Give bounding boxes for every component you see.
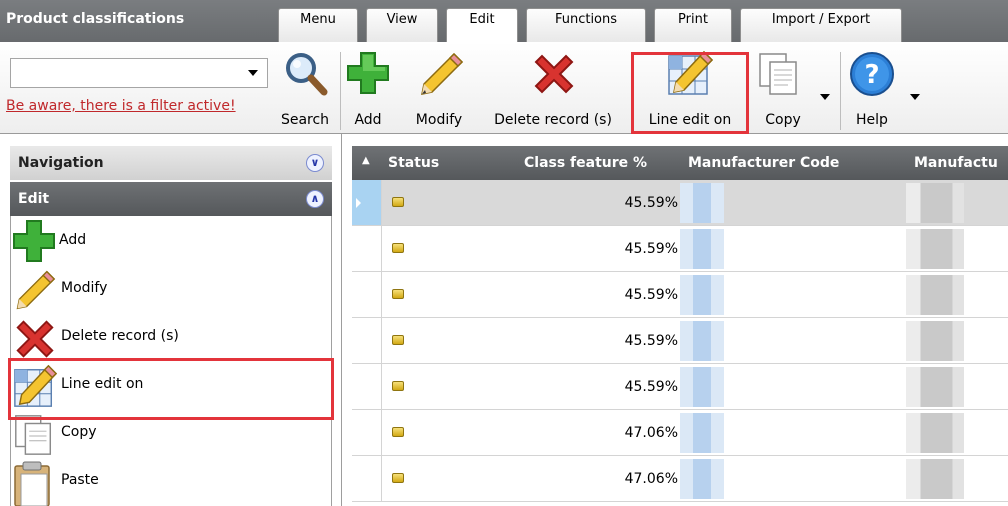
- sort-ascending-icon[interactable]: ▲: [362, 144, 370, 178]
- class-feature-cell: 45.59%: [624, 287, 678, 303]
- expand-chevron-icon[interactable]: ∨: [306, 154, 324, 172]
- navigation-section-header[interactable]: Navigation ∨: [10, 146, 332, 180]
- nav-item-line-edit[interactable]: Line edit on: [11, 362, 331, 410]
- plus-icon: [345, 50, 391, 100]
- manufacturer-code-cell-redacted: [680, 367, 724, 407]
- line-edit-button[interactable]: Line edit on: [634, 42, 746, 134]
- class-feature-cell: 45.59%: [624, 195, 678, 211]
- modify-button[interactable]: Modify: [404, 42, 474, 134]
- row-selector[interactable]: [352, 456, 382, 501]
- delete-records-button[interactable]: Delete record (s): [476, 42, 630, 134]
- help-dropdown-chevron-icon[interactable]: [910, 94, 920, 100]
- table-row[interactable]: 45.59%: [352, 272, 1008, 318]
- pencil-icon: [11, 268, 57, 316]
- edit-actions-list: Add Modify Delete record (s) Line edit o…: [10, 216, 332, 506]
- copy-button[interactable]: Copy: [752, 42, 814, 134]
- manufacturer-cell-redacted: [906, 229, 964, 269]
- class-feature-cell: 47.06%: [624, 471, 678, 487]
- manufacturer-cell-redacted: [906, 459, 964, 499]
- class-feature-cell: 45.59%: [624, 379, 678, 395]
- table-row[interactable]: 47.06%: [352, 410, 1008, 456]
- column-header-status[interactable]: Status: [388, 146, 439, 180]
- edit-section-header[interactable]: Edit ∧: [10, 182, 332, 216]
- tab-edit[interactable]: Edit: [446, 8, 518, 46]
- toolbar-divider: [840, 52, 841, 130]
- status-indicator-icon: [392, 381, 404, 391]
- classification-grid: ▲ Status Class feature % Manufacturer Co…: [352, 134, 1008, 506]
- nav-item-paste[interactable]: Paste: [11, 458, 331, 506]
- table-row[interactable]: 45.59%: [352, 318, 1008, 364]
- manufacturer-code-cell-redacted: [680, 183, 724, 223]
- paste-icon: [11, 460, 57, 506]
- manufacturer-code-cell-redacted: [680, 275, 724, 315]
- status-indicator-icon: [392, 473, 404, 483]
- current-row-arrow-icon: [356, 198, 361, 208]
- collapse-chevron-icon[interactable]: ∧: [306, 190, 324, 208]
- column-header-manufacturer[interactable]: Manufactu: [914, 146, 998, 180]
- status-indicator-icon: [392, 243, 404, 253]
- copy-icon: [11, 412, 57, 462]
- help-button[interactable]: ? Help: [844, 42, 900, 134]
- nav-item-add[interactable]: Add: [11, 218, 331, 266]
- search-button[interactable]: Search: [272, 42, 338, 134]
- table-row[interactable]: 45.59%: [352, 180, 1008, 226]
- table-row[interactable]: 45.59%: [352, 364, 1008, 410]
- add-button[interactable]: Add: [343, 42, 393, 134]
- pencil-icon: [416, 50, 464, 102]
- tab-print[interactable]: Print: [654, 8, 732, 46]
- filter-select[interactable]: [10, 58, 268, 88]
- manufacturer-code-cell-redacted: [680, 459, 724, 499]
- ribbon-toolbar: Be aware, there is a filter active! Sear…: [0, 42, 1008, 134]
- row-selector[interactable]: [352, 318, 382, 363]
- row-selector[interactable]: [352, 226, 382, 271]
- status-indicator-icon: [392, 197, 404, 207]
- app-title: Product classifications: [6, 11, 185, 27]
- toolbar-divider: [340, 52, 341, 130]
- svg-text:?: ?: [864, 60, 879, 90]
- manufacturer-cell-redacted: [906, 275, 964, 315]
- manufacturer-cell-redacted: [906, 321, 964, 361]
- manufacturer-cell-redacted: [906, 183, 964, 223]
- manufacturer-code-cell-redacted: [680, 321, 724, 361]
- row-selector[interactable]: [352, 410, 382, 455]
- status-indicator-icon: [392, 289, 404, 299]
- column-header-class-feature[interactable]: Class feature %: [524, 146, 647, 180]
- row-selector[interactable]: [352, 272, 382, 317]
- nav-item-copy[interactable]: Copy: [11, 410, 331, 458]
- delete-x-icon: [11, 316, 59, 366]
- table-row[interactable]: 45.59%: [352, 226, 1008, 272]
- manufacturer-code-cell-redacted: [680, 229, 724, 269]
- ribbon-tab-bar: Product classifications Menu View Edit F…: [0, 0, 1008, 46]
- copy-dropdown-chevron-icon[interactable]: [820, 94, 830, 100]
- grid-header: ▲ Status Class feature % Manufacturer Co…: [352, 146, 1008, 180]
- plus-icon: [11, 220, 57, 266]
- filter-warning-link[interactable]: Be aware, there is a filter active!: [6, 99, 256, 114]
- table-row[interactable]: 47.06%: [352, 456, 1008, 502]
- nav-item-modify[interactable]: Modify: [11, 266, 331, 314]
- row-selector[interactable]: [352, 364, 382, 409]
- manufacturer-code-cell-redacted: [680, 413, 724, 453]
- column-header-manufacturer-code[interactable]: Manufacturer Code: [688, 146, 839, 180]
- manufacturer-cell-redacted: [906, 367, 964, 407]
- tab-functions[interactable]: Functions: [526, 8, 646, 46]
- help-question-icon: ?: [848, 50, 896, 102]
- status-indicator-icon: [392, 427, 404, 437]
- manufacturer-cell-redacted: [906, 413, 964, 453]
- delete-x-icon: [530, 50, 578, 102]
- nav-item-delete-records[interactable]: Delete record (s): [11, 314, 331, 362]
- line-edit-icon: [11, 364, 59, 414]
- tab-menu[interactable]: Menu: [278, 8, 358, 46]
- chevron-down-icon: [248, 70, 258, 76]
- class-feature-cell: 47.06%: [624, 425, 678, 441]
- tab-view[interactable]: View: [366, 8, 438, 46]
- copy-icon: [756, 50, 802, 102]
- navigation-panel: Navigation ∨ Edit ∧ Add Modify Delete re…: [0, 134, 342, 506]
- line-edit-icon: [666, 50, 714, 102]
- status-indicator-icon: [392, 335, 404, 345]
- class-feature-cell: 45.59%: [624, 333, 678, 349]
- tab-import-export[interactable]: Import / Export: [740, 8, 902, 46]
- row-selector[interactable]: [352, 180, 382, 225]
- magnifier-icon: [282, 50, 330, 102]
- class-feature-cell: 45.59%: [624, 241, 678, 257]
